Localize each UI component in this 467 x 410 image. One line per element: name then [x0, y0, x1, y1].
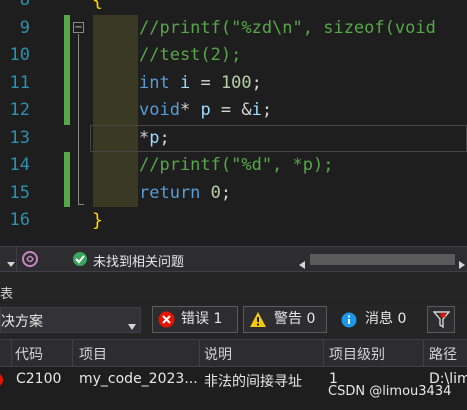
editor-status-bar: 未找到相关问题 — [0, 246, 467, 273]
scroll-left-icon[interactable] — [298, 255, 306, 269]
error-icon — [158, 311, 175, 337]
indent-guide — [93, 15, 138, 207]
code-editor[interactable]: 8 9 10 11 12 13 14 15 16 − { } //printf(… — [0, 0, 467, 246]
filter-button[interactable] — [427, 306, 455, 333]
error-icon — [0, 373, 5, 391]
line-number: 15 — [9, 183, 30, 203]
check-circle-icon — [72, 251, 88, 271]
line-number: 10 — [9, 45, 30, 65]
info-icon — [341, 311, 357, 338]
code-line-14: //printf("%d", *p); — [139, 155, 334, 175]
filter-icon — [432, 310, 451, 333]
code-line-9: //printf("%zd\n", sizeof(void — [139, 18, 436, 38]
line-number: 11 — [9, 73, 30, 93]
line-number: 13 — [9, 128, 30, 148]
keyword: void — [139, 100, 180, 120]
warnings-filter-button[interactable]: 警告 0 — [243, 306, 327, 333]
semicolon: ; — [220, 183, 232, 203]
change-indicator — [64, 15, 70, 125]
col-project[interactable]: 项目 — [79, 344, 107, 364]
open-brace: { — [92, 0, 103, 11]
operator: = & — [210, 100, 252, 120]
error-list-title: 表 — [0, 282, 467, 302]
col-code[interactable]: 代码 — [15, 344, 43, 364]
warnings-filter-label: 警告 0 — [274, 311, 316, 327]
error-table-header: 代码 项目 说明 项目级别 路径 — [0, 339, 467, 367]
semicolon: ; — [261, 100, 273, 120]
semicolon: ; — [159, 128, 170, 148]
line-number: 16 — [9, 210, 30, 230]
issues-status-text: 未找到相关问题 — [93, 255, 185, 270]
close-brace: } — [92, 210, 103, 231]
semicolon: ; — [251, 73, 262, 93]
cell-project: my_code_2023... — [79, 371, 198, 387]
identifier: p — [149, 128, 160, 148]
chevron-down-icon — [127, 316, 137, 335]
keyword: int — [139, 73, 170, 93]
errors-filter-label: 错误 1 — [181, 311, 223, 327]
fold-guide — [78, 34, 79, 204]
panel-splitter[interactable] — [0, 272, 467, 282]
watermark: CSDN @limou3434 — [328, 384, 452, 399]
number-literal: 0 — [210, 183, 221, 203]
identifier: p — [200, 100, 211, 120]
scope-select[interactable]: 决方案 — [0, 307, 141, 333]
line-number: 8 — [19, 0, 30, 10]
col-description[interactable]: 说明 — [204, 344, 232, 364]
keyword: return — [139, 183, 201, 203]
panel-title-text: 表 — [0, 287, 14, 302]
collapse-icon[interactable]: − — [73, 22, 84, 33]
horizontal-scrollbar[interactable] — [310, 254, 455, 265]
table-empty-area: CSDN @limou3434 — [0, 384, 467, 410]
line-number: 14 — [9, 155, 30, 175]
warning-icon — [249, 311, 267, 337]
number-literal: 100 — [220, 73, 252, 93]
line-number: 12 — [9, 100, 30, 120]
col-level[interactable]: 项目级别 — [329, 344, 385, 364]
change-indicator — [64, 152, 70, 207]
code-line-11: int i = 100; — [139, 70, 262, 98]
cell-description: 非法的间接寻址 — [204, 374, 302, 390]
code-line-12: void* p = &i; — [139, 97, 272, 125]
scope-select-value: 决方案 — [1, 314, 43, 330]
code-line-10: //test(2); — [139, 45, 242, 65]
operator: * — [139, 128, 150, 148]
operator: * — [179, 100, 201, 120]
line-number: 9 — [19, 18, 30, 38]
messages-filter-button[interactable]: 消息 0 — [338, 306, 421, 333]
cell-code: C2100 — [16, 371, 62, 387]
code-line-13: *p; — [139, 125, 170, 153]
brain-icon[interactable] — [21, 250, 39, 272]
col-path[interactable]: 路径 — [429, 344, 457, 364]
operator: = — [190, 73, 221, 93]
fold-guide-end — [78, 204, 84, 205]
code-line-15: return 0; — [139, 180, 231, 208]
messages-filter-label: 消息 0 — [365, 311, 407, 327]
identifier: i — [179, 73, 191, 93]
identifier: i — [251, 100, 262, 120]
caret-down-icon[interactable] — [6, 254, 16, 273]
errors-filter-button[interactable]: 错误 1 — [152, 306, 238, 333]
